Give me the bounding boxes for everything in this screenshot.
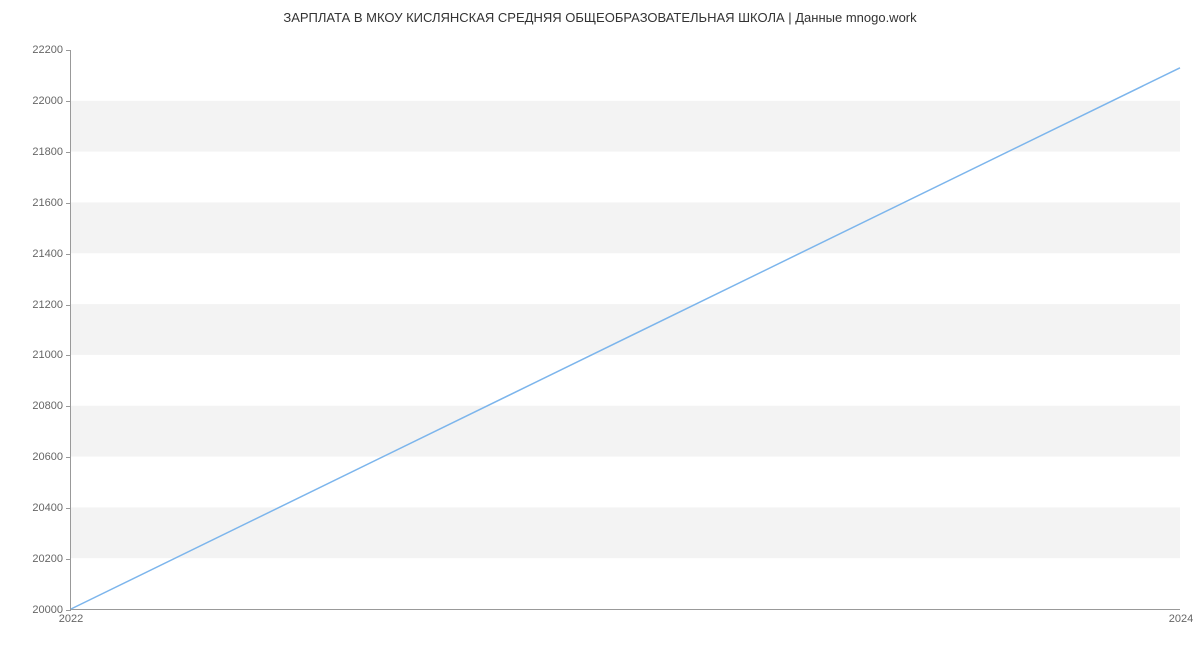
chart-title: ЗАРПЛАТА В МКОУ КИСЛЯНСКАЯ СРЕДНЯЯ ОБЩЕО… [0, 10, 1200, 25]
y-tick-mark [66, 457, 71, 458]
y-tick-label: 21800 [3, 146, 63, 158]
y-tick-mark [66, 254, 71, 255]
y-tick-mark [66, 559, 71, 560]
y-tick-mark [66, 508, 71, 509]
y-tick-label: 20600 [3, 451, 63, 463]
x-tick-label: 2024 [1169, 613, 1193, 625]
y-tick-mark [66, 203, 71, 204]
y-tick-label: 22000 [3, 95, 63, 107]
y-tick-label: 20200 [3, 553, 63, 565]
y-tick-mark [66, 305, 71, 306]
y-tick-mark [66, 355, 71, 356]
y-tick-mark [66, 50, 71, 51]
y-tick-label: 20000 [3, 604, 63, 616]
y-tick-label: 20400 [3, 502, 63, 514]
y-tick-label: 21200 [3, 299, 63, 311]
y-tick-label: 20800 [3, 400, 63, 412]
y-tick-label: 22200 [3, 44, 63, 56]
y-tick-mark [66, 152, 71, 153]
chart-svg [71, 50, 1180, 609]
y-tick-mark [66, 406, 71, 407]
y-tick-label: 21000 [3, 349, 63, 361]
x-tick-label: 2022 [59, 613, 83, 625]
y-tick-label: 21600 [3, 197, 63, 209]
y-tick-mark [66, 610, 71, 611]
plot-area: 2000020200204002060020800210002120021400… [70, 50, 1180, 610]
salary-chart: ЗАРПЛАТА В МКОУ КИСЛЯНСКАЯ СРЕДНЯЯ ОБЩЕО… [0, 0, 1200, 650]
y-tick-label: 21400 [3, 248, 63, 260]
y-tick-mark [66, 101, 71, 102]
